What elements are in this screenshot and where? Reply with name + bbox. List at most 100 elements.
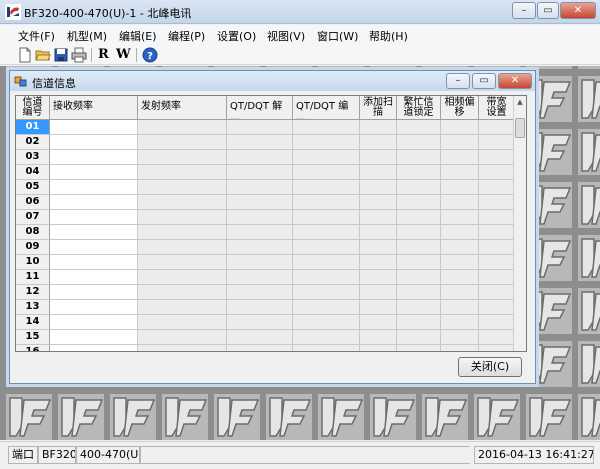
table-cell[interactable] [441,315,479,330]
channel-row-number[interactable]: 06 [16,195,50,210]
channel-row-number[interactable]: 04 [16,165,50,180]
write-button[interactable]: W [116,47,131,62]
table-cell[interactable] [397,270,441,285]
table-cell[interactable] [441,120,479,135]
table-cell[interactable] [50,300,138,315]
child-maximize-button[interactable]: ▭ [472,73,496,89]
channel-row-number[interactable]: 02 [16,135,50,150]
menu-view[interactable]: 视图(V) [267,28,305,44]
table-cell[interactable] [360,195,397,210]
table-cell[interactable] [227,180,293,195]
table-cell[interactable] [138,180,227,195]
table-cell[interactable] [360,270,397,285]
table-cell[interactable] [50,210,138,225]
table-cell[interactable] [360,135,397,150]
table-cell[interactable] [138,330,227,345]
table-cell[interactable] [50,120,138,135]
table-cell[interactable] [479,135,515,150]
table-cell[interactable] [227,225,293,240]
table-cell[interactable] [138,195,227,210]
table-cell[interactable] [397,150,441,165]
table-cell[interactable] [441,210,479,225]
close-window-button[interactable]: ✕ [560,2,596,19]
table-cell[interactable] [50,270,138,285]
table-cell[interactable] [50,240,138,255]
table-cell[interactable] [293,255,360,270]
menu-model[interactable]: 机型(M) [67,28,107,44]
table-cell[interactable] [397,135,441,150]
table-cell[interactable] [138,135,227,150]
table-cell[interactable] [479,120,515,135]
table-cell[interactable] [479,345,515,351]
table-cell[interactable] [293,300,360,315]
scroll-thumb[interactable] [515,118,525,138]
child-title-bar[interactable]: 信道信息 – ▭ ✕ [10,71,535,91]
table-cell[interactable] [293,150,360,165]
table-cell[interactable] [360,210,397,225]
child-close-button[interactable]: ✕ [498,73,532,89]
table-cell[interactable] [293,345,360,351]
table-cell[interactable] [441,285,479,300]
channel-row-number[interactable]: 09 [16,240,50,255]
table-cell[interactable] [227,210,293,225]
table-cell[interactable] [360,345,397,351]
table-cell[interactable] [138,150,227,165]
table-cell[interactable] [441,180,479,195]
table-cell[interactable] [293,225,360,240]
table-cell[interactable] [293,195,360,210]
table-cell[interactable] [479,165,515,180]
table-cell[interactable] [479,150,515,165]
channel-row-number[interactable]: 15 [16,330,50,345]
table-cell[interactable] [397,300,441,315]
table-cell[interactable] [360,255,397,270]
table-cell[interactable] [50,225,138,240]
table-cell[interactable] [50,345,138,351]
menu-help[interactable]: 帮助(H) [369,28,408,44]
table-cell[interactable] [441,135,479,150]
table-cell[interactable] [227,255,293,270]
table-cell[interactable] [479,195,515,210]
table-cell[interactable] [293,180,360,195]
help-icon[interactable]: ? [142,47,158,63]
table-cell[interactable] [293,315,360,330]
table-cell[interactable] [138,210,227,225]
table-cell[interactable] [479,315,515,330]
new-file-icon[interactable] [17,47,33,63]
child-minimize-button[interactable]: – [446,73,470,89]
close-dialog-button[interactable]: 关闭(C) [458,357,522,377]
table-cell[interactable] [138,225,227,240]
menu-window[interactable]: 窗口(W) [317,28,358,44]
table-cell[interactable] [397,330,441,345]
menu-edit[interactable]: 编辑(E) [119,28,157,44]
table-cell[interactable] [138,120,227,135]
table-cell[interactable] [227,345,293,351]
maximize-button[interactable]: ▭ [537,2,559,19]
table-cell[interactable] [227,150,293,165]
table-cell[interactable] [293,240,360,255]
table-cell[interactable] [50,195,138,210]
menu-file[interactable]: 文件(F) [18,28,55,44]
table-cell[interactable] [441,255,479,270]
table-cell[interactable] [479,300,515,315]
table-cell[interactable] [138,345,227,351]
channel-row-number[interactable]: 05 [16,180,50,195]
menu-program[interactable]: 编程(P) [168,28,205,44]
table-cell[interactable] [50,165,138,180]
table-cell[interactable] [479,240,515,255]
table-cell[interactable] [227,135,293,150]
table-cell[interactable] [293,270,360,285]
table-cell[interactable] [360,120,397,135]
channel-row-number[interactable]: 12 [16,285,50,300]
table-cell[interactable] [50,315,138,330]
table-cell[interactable] [293,120,360,135]
table-cell[interactable] [138,240,227,255]
table-cell[interactable] [441,345,479,351]
table-cell[interactable] [138,300,227,315]
table-cell[interactable] [227,270,293,285]
table-cell[interactable] [360,300,397,315]
table-cell[interactable] [479,270,515,285]
menu-settings[interactable]: 设置(O) [217,28,256,44]
table-cell[interactable] [397,255,441,270]
table-cell[interactable] [138,270,227,285]
table-cell[interactable] [50,150,138,165]
